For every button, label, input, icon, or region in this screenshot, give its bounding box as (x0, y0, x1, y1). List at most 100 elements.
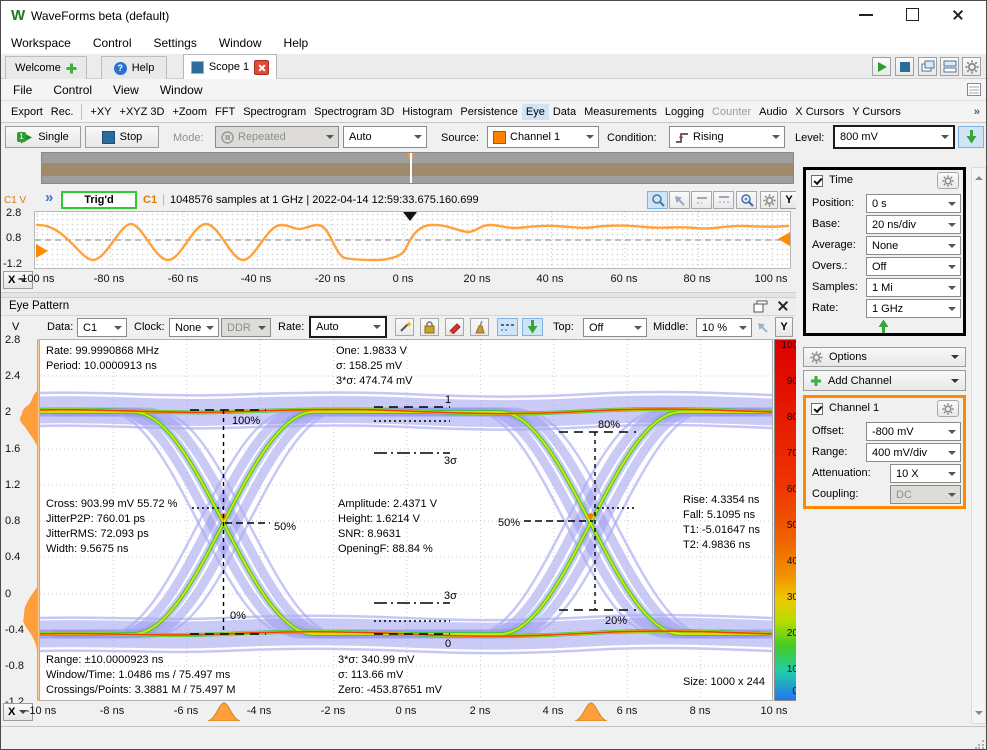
trigger-level-marker[interactable] (778, 232, 790, 246)
tile-windows-button[interactable] (940, 57, 959, 76)
trigger-mode-dropdown[interactable]: Auto (343, 126, 427, 148)
green-up-arrow-icon[interactable] (878, 319, 889, 333)
scope-hcursor-button[interactable] (691, 191, 712, 209)
source-dropdown[interactable]: Channel 1 (487, 126, 599, 148)
tab-scope1[interactable]: Scope 1 (183, 54, 277, 79)
view-tab-xyz3d[interactable]: +XYZ 3D (116, 104, 169, 120)
scroll-up-icon[interactable] (975, 172, 983, 180)
resize-grip[interactable] (975, 739, 985, 749)
maximize-button[interactable] (906, 8, 919, 21)
options-button[interactable]: Options (803, 347, 966, 367)
coupling-dropdown[interactable]: DC (890, 485, 961, 504)
scope-zoom1-button[interactable] (647, 191, 668, 209)
view-tabs-overflow-icon[interactable]: » (970, 104, 984, 120)
eye-erase-button[interactable] (445, 318, 464, 336)
menu-control[interactable]: Control (91, 34, 134, 52)
tab-help[interactable]: ? Help (101, 56, 167, 79)
eye-measure-button[interactable] (497, 318, 518, 336)
menu-workspace[interactable]: Workspace (9, 34, 73, 52)
eye-level-histogram (17, 339, 39, 701)
view-tab-spectrogram[interactable]: Spectrogram (239, 104, 310, 120)
eye-apply-button[interactable] (522, 318, 543, 336)
view-tab-spectrogram3d[interactable]: Spectrogram 3D (310, 104, 398, 120)
run-all-button[interactable] (872, 57, 891, 76)
view-tab-histogram[interactable]: Histogram (398, 104, 456, 120)
eye-panel-float-icon[interactable] (753, 300, 768, 313)
cascade-windows-button[interactable] (918, 57, 937, 76)
right-panel-scrollbar[interactable] (971, 167, 986, 724)
view-tab-export[interactable]: Export (7, 104, 47, 120)
eye-ddr-dropdown[interactable]: DDR (221, 318, 271, 337)
panel-layout-icon[interactable] (967, 83, 981, 96)
average-dropdown[interactable]: None (866, 236, 961, 255)
channel1-settings-button[interactable] (937, 400, 959, 417)
overview-position-line[interactable] (410, 153, 412, 183)
view-tab-data[interactable]: Data (549, 104, 580, 120)
menu-help[interactable]: Help (282, 34, 311, 52)
samples-dropdown[interactable]: 1 Mi (866, 278, 961, 297)
view-tab-persistence[interactable]: Persistence (456, 104, 521, 120)
minimize-button[interactable] (859, 14, 873, 16)
eye-rate-dropdown[interactable]: Auto (309, 316, 387, 338)
stop-all-button[interactable] (895, 57, 914, 76)
view-tab-counter[interactable]: Counter (708, 104, 755, 120)
channel1-checkbox[interactable] (811, 403, 823, 415)
offset-dropdown[interactable]: -800 mV (866, 422, 961, 441)
buffer-overview-bar[interactable] (41, 152, 794, 184)
scope-menu-file[interactable]: File (11, 81, 34, 99)
channel-offset-marker[interactable] (36, 244, 48, 258)
scope-menu-window[interactable]: Window (158, 81, 205, 99)
trigger-position-marker[interactable] (403, 212, 417, 221)
add-channel-button[interactable]: Add Channel (803, 370, 966, 391)
level-dropdown[interactable]: 800 mV (833, 125, 955, 149)
range-dropdown[interactable]: 400 mV/div (866, 443, 961, 462)
tab-scope1-close-icon[interactable] (254, 60, 269, 75)
mode-dropdown[interactable]: Repeated (215, 126, 339, 148)
scope-menu-view[interactable]: View (111, 81, 141, 99)
view-tab-audio[interactable]: Audio (755, 104, 791, 120)
eye-panel-titlebar[interactable]: Eye Pattern (1, 298, 796, 316)
view-tab-xy[interactable]: +XY (86, 104, 115, 120)
scope-settings-button[interactable] (760, 191, 778, 209)
expand-channel-icon[interactable]: » (45, 189, 53, 206)
view-tab-xcursors[interactable]: X Cursors (791, 104, 848, 120)
eye-autoset-button[interactable] (395, 318, 414, 336)
scope-pointer-button[interactable] (669, 191, 690, 209)
eye-clear-button[interactable] (470, 318, 489, 336)
position-dropdown[interactable]: 0 s (866, 194, 961, 213)
time-settings-button[interactable] (937, 172, 959, 189)
view-tab-zoom[interactable]: +Zoom (168, 104, 211, 120)
attenuation-dropdown[interactable]: 10 X (890, 464, 961, 483)
eye-y-axis-button[interactable]: Y (775, 317, 793, 337)
view-tab-logging[interactable]: Logging (661, 104, 708, 120)
eye-top-dropdown[interactable]: Off (583, 318, 647, 337)
eye-lock-button[interactable] (420, 318, 439, 336)
close-button[interactable] (952, 9, 964, 21)
scope-menu-control[interactable]: Control (51, 81, 94, 99)
view-tab-measurements[interactable]: Measurements (580, 104, 661, 120)
menu-settings[interactable]: Settings (152, 34, 199, 52)
condition-dropdown[interactable]: Rising (669, 126, 785, 148)
tab-welcome[interactable]: Welcome (5, 56, 87, 79)
meas-one-3sigma: 3*σ: 474.74 mV (336, 374, 413, 389)
overs-dropdown[interactable]: Off (866, 257, 961, 276)
stop-button[interactable]: Stop (85, 126, 159, 148)
rate-dropdown[interactable]: 1 GHz (866, 299, 961, 318)
view-tab-ycursors[interactable]: Y Cursors (848, 104, 905, 120)
view-tab-eye[interactable]: Eye (522, 104, 549, 120)
scope-zoom-button[interactable] (736, 191, 757, 209)
base-dropdown[interactable]: 20 ns/div (866, 215, 961, 234)
level-down-button[interactable] (958, 126, 984, 148)
scroll-down-icon[interactable] (975, 711, 983, 719)
view-tab-rec[interactable]: Rec. (47, 104, 83, 120)
eye-middle-dropdown[interactable]: 10 % (696, 318, 752, 337)
eye-pointer-icon[interactable] (756, 321, 769, 334)
app-settings-button[interactable] (962, 57, 981, 76)
eye-data-dropdown[interactable]: C1 (77, 318, 127, 337)
single-button[interactable]: 1 Single (5, 126, 81, 148)
time-checkbox[interactable] (811, 175, 823, 187)
view-tab-fft[interactable]: FFT (211, 104, 239, 120)
eye-clock-dropdown[interactable]: None (169, 318, 219, 337)
scope-vcursor-button[interactable] (713, 191, 734, 209)
menu-window[interactable]: Window (217, 34, 264, 52)
